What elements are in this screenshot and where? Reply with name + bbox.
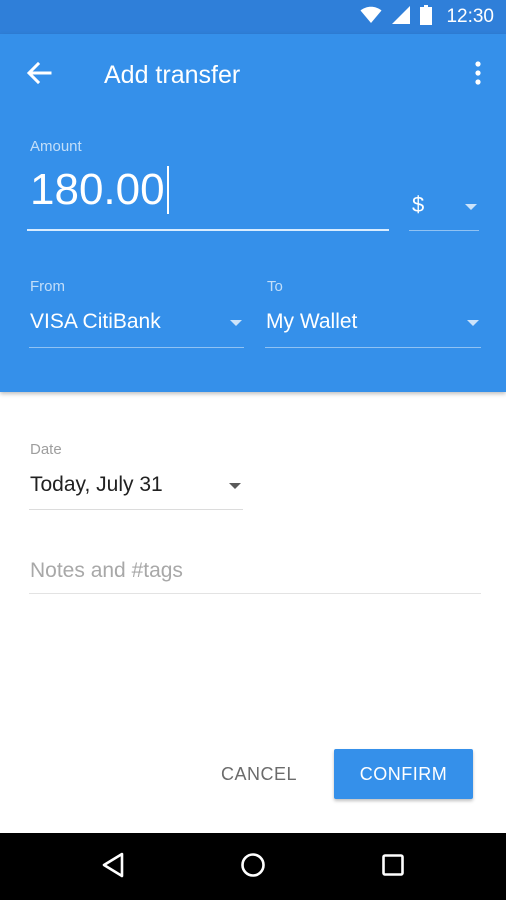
date-label: Date [30,441,62,458]
nav-back-button[interactable] [93,847,133,887]
currency-value: $ [412,192,425,217]
notes-field [29,550,481,594]
recents-square-icon [381,853,405,882]
text-cursor [166,166,169,214]
nav-home-button[interactable] [233,847,273,887]
overflow-menu-button[interactable] [468,58,488,92]
wifi-icon [360,6,382,29]
currency-select[interactable]: $ [409,186,479,231]
status-time: 12:30 [446,6,494,27]
date-value: Today, July 31 [30,473,163,496]
navigation-bar [0,833,506,900]
dropdown-arrow-icon [230,320,242,326]
nav-recents-button[interactable] [373,847,413,887]
to-account-value: My Wallet [266,310,358,333]
dropdown-arrow-icon [465,204,477,210]
status-bar: 12:30 [0,0,506,34]
date-select[interactable]: Today, July 31 [29,468,243,510]
amount-label: Amount [30,138,82,155]
status-icons: 12:30 [360,0,494,34]
amount-underline [27,229,389,231]
app-header: Add transfer Amount 180.00 $ From To VIS… [0,34,506,392]
back-triangle-icon [101,852,125,883]
home-circle-icon [240,852,266,883]
notes-input[interactable] [29,550,481,592]
dropdown-arrow-icon [229,483,241,489]
from-label: From [30,278,65,295]
to-account-select[interactable]: My Wallet [265,306,481,348]
amount-input[interactable]: 180.00 [30,162,169,218]
amount-value: 180.00 [30,165,165,214]
back-button[interactable] [22,58,56,92]
from-account-select[interactable]: VISA CitiBank [29,306,244,348]
arrow-back-icon [26,61,52,89]
more-vert-icon [475,60,481,90]
page-title: Add transfer [104,61,241,89]
from-account-value: VISA CitiBank [30,310,161,333]
to-label: To [267,278,283,295]
cellular-signal-icon [392,5,411,29]
battery-icon [420,4,433,30]
confirm-button[interactable]: CONFIRM [334,749,473,799]
dropdown-arrow-icon [467,320,479,326]
cancel-button[interactable]: CANCEL [204,750,314,798]
